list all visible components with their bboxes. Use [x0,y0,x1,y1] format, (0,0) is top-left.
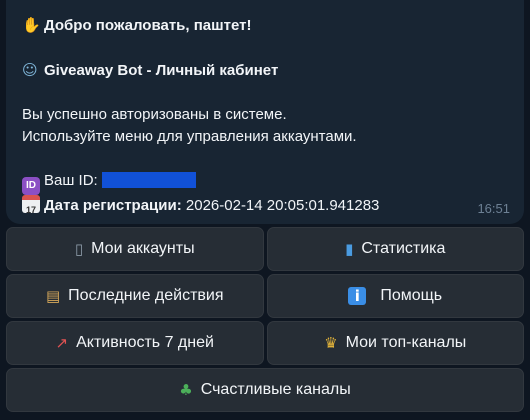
inline-keyboard: ▯ Мои аккаунты ▮ Статистика ▤ Последние дей… [6,227,524,415]
activity-7d-label: Активность 7 дней [76,334,214,351]
info-icon: i [348,287,367,305]
trend-chart-icon: ↗ [55,334,69,352]
title-text: Giveaway Bot - Личный кабинет [44,62,279,79]
statistics-button[interactable]: ▮ Статистика [266,227,524,271]
wave-emoji-icon: ✋ [22,16,41,34]
clipboard-icon: ▤ [45,287,61,305]
top-channels-button[interactable]: ♛ Мои топ-каналы [266,321,524,365]
auth-line-2: Используйте меню для управления аккаунта… [22,128,357,145]
auth-line-1: Вы успешно авторизованы в системе. [22,106,287,123]
recent-actions-label: Последние действия [68,287,224,304]
message-bubble: ✋ Добро пожаловать, паштет! ☺ Giveaway Bot… [6,0,524,224]
recent-actions-button[interactable]: ▤ Последние действия [6,274,264,318]
greeting-line: ✋ Добро пожаловать, паштет! [22,14,510,37]
my-accounts-button[interactable]: ▯ Мои аккаунты [6,227,264,271]
user-id-line: ID Ваш ID: [22,170,510,195]
registration-date: 2026-02-14 20:05:01.941283 [185,197,380,214]
calendar-icon: 17 [22,195,40,215]
lucky-channels-label: Счастливые каналы [200,381,351,398]
help-button[interactable]: i Помощь [266,274,524,318]
user-id-label: Ваш ID: [44,172,98,189]
id-icon: ID [22,177,40,195]
activity-7d-button[interactable]: ↗ Активность 7 дней [6,321,264,365]
registration-line: 17 Дата регистрации: 2026-02-14 20:05:01.… [22,195,510,217]
clover-icon: ♣ [179,381,193,399]
robot-icon: ☺ [22,61,38,79]
greeting-text: Добро пожаловать, паштет! [44,17,252,34]
top-channels-label: Мои топ-каналы [345,334,467,351]
title-line: ☺ Giveaway Bot - Личный кабинет [22,59,510,82]
message-time: 16:51 [477,201,510,216]
phone-icon: ▯ [74,240,84,258]
statistics-label: Статистика [361,240,446,257]
trophy-icon: ♛ [324,334,338,352]
redacted-id [101,172,196,188]
registration-label: Дата регистрации: [44,197,182,214]
my-accounts-label: Мои аккаунты [91,240,195,257]
help-label: Помощь [380,287,443,304]
bar-chart-icon: ▮ [345,240,354,258]
lucky-channels-button[interactable]: ♣ Счастливые каналы [6,368,524,412]
